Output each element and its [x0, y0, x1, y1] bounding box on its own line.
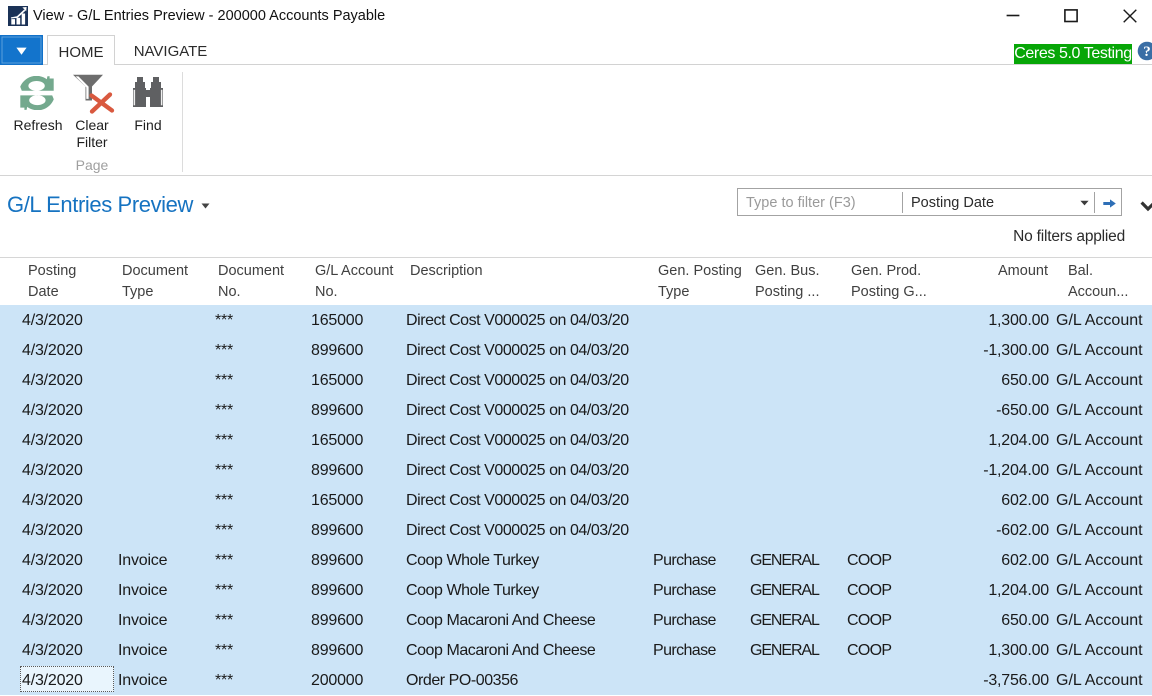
svg-text:?: ?: [1143, 44, 1151, 60]
